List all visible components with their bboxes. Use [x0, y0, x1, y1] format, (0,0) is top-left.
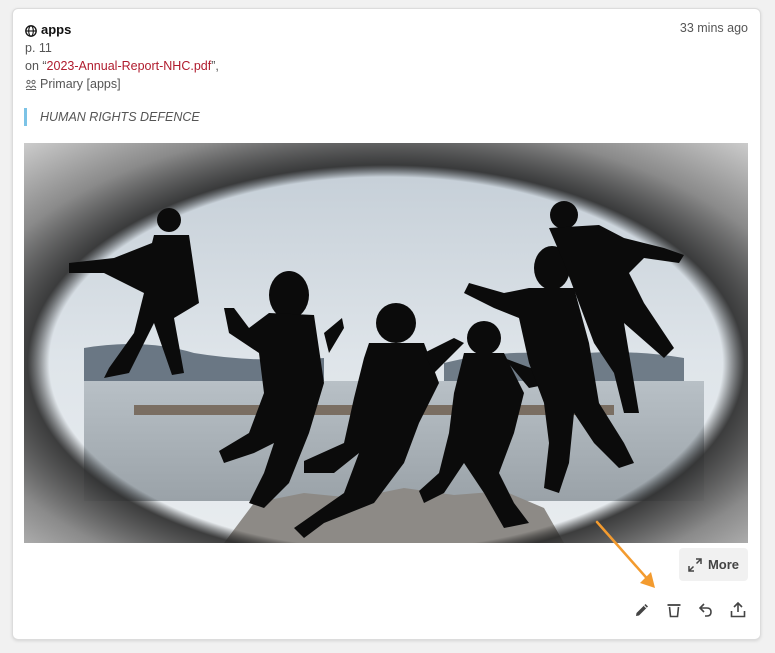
share-button[interactable] — [728, 600, 748, 620]
delete-button[interactable] — [664, 600, 684, 620]
group-name-row[interactable]: apps — [25, 21, 219, 39]
globe-icon — [25, 24, 37, 37]
on-suffix: ”, — [211, 59, 219, 73]
document-reference: on “2023-Annual-Report-NHC.pdf”, — [25, 57, 219, 75]
group-name[interactable]: apps — [41, 21, 71, 39]
annotation-image — [24, 143, 748, 543]
edit-icon — [636, 604, 648, 616]
share-icon — [730, 601, 746, 618]
expand-icon — [688, 557, 702, 572]
timestamp[interactable]: 33 mins ago — [680, 21, 748, 35]
edit-button[interactable] — [632, 600, 652, 620]
permission-row: Primary [apps] — [25, 75, 219, 93]
more-button[interactable]: More — [678, 548, 748, 581]
users-icon — [25, 78, 37, 90]
reply-icon — [698, 603, 712, 617]
annotation-card: apps p. 11 on “2023-Annual-Report-NHC.pd… — [12, 8, 761, 640]
permission-label: Primary [apps] — [40, 77, 121, 91]
document-link[interactable]: 2023-Annual-Report-NHC.pdf — [47, 59, 212, 73]
more-button-label: More — [707, 557, 739, 572]
reply-button[interactable] — [696, 600, 716, 620]
annotation-header: apps p. 11 on “2023-Annual-Report-NHC.pd… — [25, 21, 219, 93]
annotation-actions — [632, 600, 748, 620]
on-prefix: on “ — [25, 59, 47, 73]
page-number: p. 11 — [25, 41, 52, 55]
delete-icon — [667, 604, 681, 618]
annotation-quote: HUMAN RIGHTS DEFENCE — [24, 108, 200, 126]
